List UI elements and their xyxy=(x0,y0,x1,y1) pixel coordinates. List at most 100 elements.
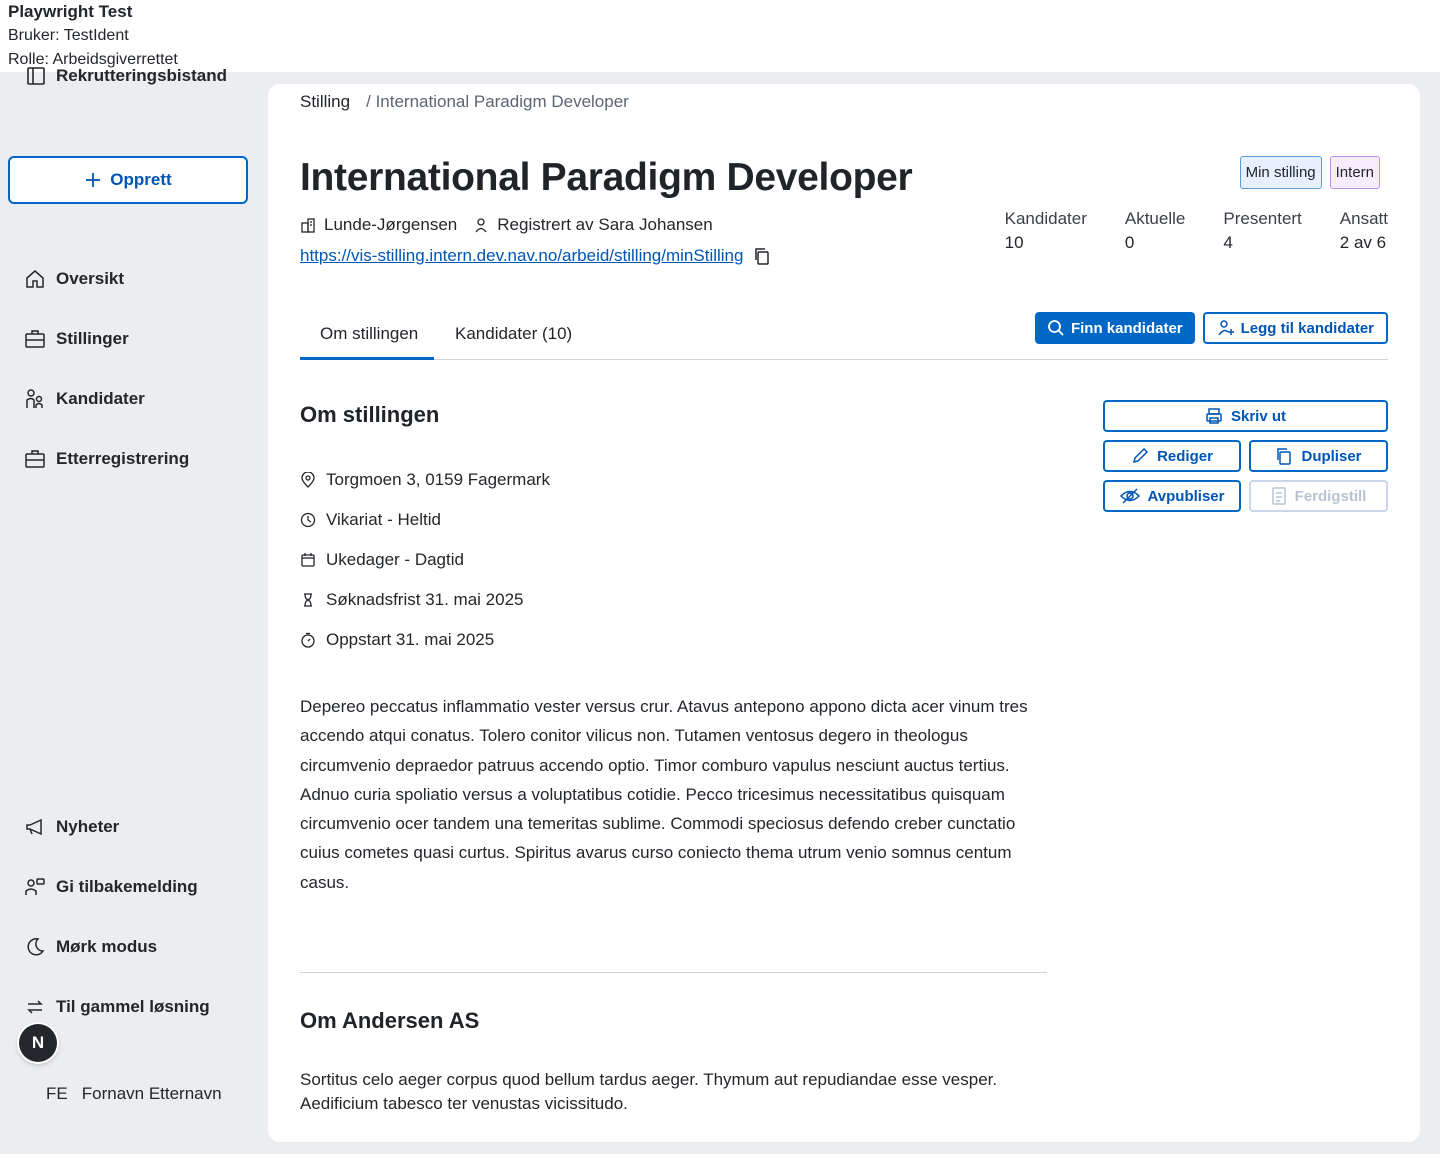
nav-item-til-gammel-losning[interactable]: Til gammel løsning xyxy=(24,987,210,1027)
fab-letter: N xyxy=(31,1033,45,1052)
edit-label: Rediger xyxy=(1157,447,1213,465)
stat-value: 0 xyxy=(1124,233,1135,252)
edit-button[interactable]: Rediger xyxy=(1103,440,1241,472)
registered-by-label: Registrert av Sara Johansen xyxy=(497,215,713,234)
tab-om-stillingen[interactable]: Om stillingen xyxy=(300,324,435,360)
nav-label: Mørk modus xyxy=(56,937,158,956)
stat-kandidater: Kandidater 10 xyxy=(1005,207,1087,255)
duplicate-label: Dupliser xyxy=(1301,447,1362,465)
page-title: International Paradigm Developer xyxy=(300,156,913,199)
stat-value: 2 av 6 xyxy=(1339,233,1387,252)
unpublish-label: Avpubliser xyxy=(1147,487,1225,505)
test-banner: Playwright Test Bruker: TestIdent Rolle:… xyxy=(0,0,1440,72)
complete-label: Ferdigstill xyxy=(1294,487,1367,505)
nav-item-oversikt[interactable]: Oversikt xyxy=(24,259,124,299)
main-content: Stilling / International Paradigm Develo… xyxy=(268,84,1420,1142)
home-icon xyxy=(26,270,44,288)
nav-label: Nyheter xyxy=(56,817,120,836)
url-row: https://vis-stilling.intern.dev.nav.no/a… xyxy=(300,246,771,266)
stat-presentert: Presentert 4 xyxy=(1223,207,1301,255)
tab-label: Kandidater (10) xyxy=(455,324,573,343)
sidebar-toggle-icon xyxy=(27,67,45,85)
tab-actions: Finn kandidater Legg til kandidater xyxy=(1034,312,1388,344)
nav-item-etterregistrering[interactable]: Etterregistrering xyxy=(24,439,189,479)
tag-intern: Intern xyxy=(1329,156,1380,189)
fact-employment-type: Vikariat - Heltid xyxy=(300,500,550,540)
fab-button[interactable]: N xyxy=(19,1024,57,1062)
fact-text: Torgmoen 3, 0159 Fagermark xyxy=(326,470,550,489)
nav-item-kandidater[interactable]: Kandidater xyxy=(24,379,145,419)
user-profile[interactable]: FE Fornavn Etternavn xyxy=(46,1084,222,1104)
tags: Min stilling Intern xyxy=(1239,156,1380,189)
add-candidates-label: Legg til kandidater xyxy=(1240,319,1374,337)
arrows-circle-icon xyxy=(27,1000,43,1014)
add-candidates-button[interactable]: Legg til kandidater xyxy=(1202,312,1388,344)
breadcrumb-separator: / xyxy=(366,92,371,111)
briefcase-icon xyxy=(25,330,45,348)
stat-ansatt: Ansatt 2 av 6 xyxy=(1340,207,1388,255)
stats: Kandidater 10 Aktuelle 0 Presentert 4 An… xyxy=(967,207,1388,255)
hourglass-icon xyxy=(304,593,312,607)
test-banner-title: Playwright Test xyxy=(8,2,133,21)
breadcrumb-current: International Paradigm Developer xyxy=(375,92,629,111)
find-candidates-button[interactable]: Finn kandidater xyxy=(1034,312,1195,344)
nav-item-stillinger[interactable]: Stillinger xyxy=(24,319,129,359)
plus-icon xyxy=(86,173,101,187)
nav-label: Kandidater xyxy=(56,389,145,408)
fact-schedule: Ukedager - Dagtid xyxy=(300,540,550,580)
create-button[interactable]: Opprett xyxy=(8,156,248,204)
pencil-icon xyxy=(1133,447,1149,464)
tag-min-stilling: Min stilling xyxy=(1239,156,1322,189)
section-title-om-stillingen: Om stillingen xyxy=(300,402,440,427)
location-pin-icon xyxy=(301,472,315,488)
print-button[interactable]: Skriv ut xyxy=(1103,400,1388,432)
job-description: Depereo peccatus inflammatio vester vers… xyxy=(300,697,1028,892)
nav-item-nyheter[interactable]: Nyheter xyxy=(24,807,119,847)
complete-button: Ferdigstill xyxy=(1249,480,1388,512)
create-button-label: Opprett xyxy=(110,170,172,189)
fact-start: Oppstart 31. mai 2025 xyxy=(300,620,550,660)
nav-label: Til gammel løsning xyxy=(56,997,210,1016)
job-url-link[interactable]: https://vis-stilling.intern.dev.nav.no/a… xyxy=(300,246,743,266)
user-initials: FE xyxy=(46,1084,68,1103)
company-description: Sortitus celo aeger corpus quod bellum t… xyxy=(300,1070,998,1113)
stat-label: Aktuelle xyxy=(1124,209,1186,228)
person-plus-icon xyxy=(1218,320,1234,336)
briefcase-icon xyxy=(25,450,45,468)
fact-deadline: Søknadsfrist 31. mai 2025 xyxy=(300,580,550,620)
print-label: Skriv ut xyxy=(1230,407,1287,425)
breadcrumb-root[interactable]: Stilling xyxy=(300,92,350,112)
stat-value: 10 xyxy=(1004,233,1024,252)
employer: Lunde-Jørgensen xyxy=(300,215,457,235)
persons-icon xyxy=(26,389,43,408)
nav-item-gi-tilbakemelding[interactable]: Gi tilbakemelding xyxy=(24,867,198,907)
stat-value: 4 xyxy=(1223,233,1233,252)
app-title-label: Rekrutteringsbistand xyxy=(56,66,227,85)
stat-label: Presentert xyxy=(1223,209,1302,228)
search-icon xyxy=(1048,320,1064,336)
tab-kandidater[interactable]: Kandidater (10) xyxy=(455,324,572,360)
user-name: Fornavn Etternavn xyxy=(81,1084,222,1103)
registered-by: Registrert av Sara Johansen xyxy=(473,215,713,235)
unpublish-button[interactable]: Avpubliser xyxy=(1103,480,1241,512)
buildings-icon xyxy=(301,218,315,233)
job-facts: Torgmoen 3, 0159 Fagermark Vikariat - He… xyxy=(300,460,550,660)
stat-label: Ansatt xyxy=(1339,209,1388,228)
nav-label: Stillinger xyxy=(56,329,129,348)
duplicate-button[interactable]: Dupliser xyxy=(1249,440,1388,472)
duplicate-icon xyxy=(1277,448,1292,465)
tab-label: Om stillingen xyxy=(320,324,419,343)
nav-label: Gi tilbakemelding xyxy=(56,877,198,896)
eye-slash-icon xyxy=(1119,488,1140,504)
nav-item-mork-modus[interactable]: Mørk modus xyxy=(24,927,157,967)
copy-icon[interactable] xyxy=(753,247,771,265)
app-title[interactable]: Rekrutteringsbistand xyxy=(26,66,227,86)
nav-label: Oversikt xyxy=(56,269,125,288)
stopwatch-icon xyxy=(301,632,315,648)
fact-location: Torgmoen 3, 0159 Fagermark xyxy=(300,460,550,500)
stat-label: Kandidater xyxy=(1004,209,1087,228)
fact-text: Ukedager - Dagtid xyxy=(326,550,464,569)
megaphone-icon xyxy=(26,818,42,836)
nav-label: Etterregistrering xyxy=(56,449,190,468)
feedback-icon xyxy=(25,878,45,895)
